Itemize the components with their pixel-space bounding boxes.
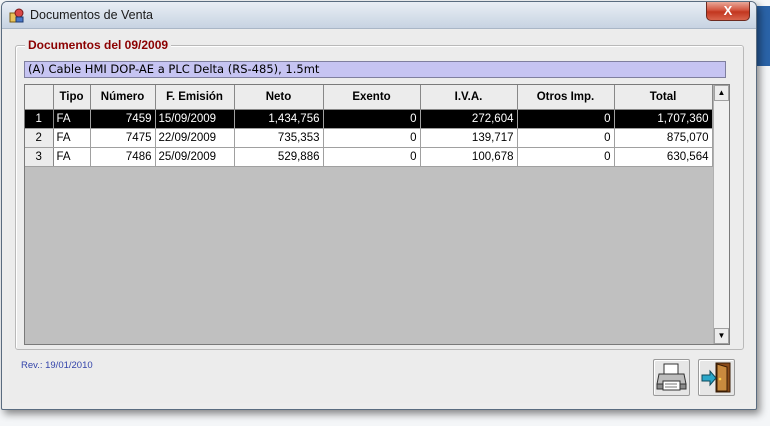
- cell-total[interactable]: 1,707,360: [614, 109, 713, 129]
- table-row[interactable]: 1 FA 7459 15/09/2009 1,434,756 0 272,604…: [25, 109, 713, 129]
- header-otros-imp[interactable]: Otros Imp.: [517, 85, 615, 110]
- cell-total[interactable]: 630,564: [614, 147, 713, 167]
- table-row[interactable]: 2 FA 7475 22/09/2009 735,353 0 139,717 0…: [25, 128, 713, 148]
- window-client-area: Documentos del 09/2009 (A) Cable HMI DOP…: [9, 30, 750, 403]
- cell-numero[interactable]: 7459: [90, 109, 156, 129]
- header-neto[interactable]: Neto: [234, 85, 324, 110]
- cell-fecha[interactable]: 25/09/2009: [155, 147, 235, 167]
- cell-fecha[interactable]: 15/09/2009: [155, 109, 235, 129]
- cell-otros[interactable]: 0: [517, 109, 615, 129]
- header-exento[interactable]: Exento: [323, 85, 421, 110]
- cell-tipo[interactable]: FA: [53, 109, 91, 129]
- table-row[interactable]: 3 FA 7486 25/09/2009 529,886 0 100,678 0…: [25, 147, 713, 167]
- window-title: Documentos de Venta: [30, 8, 153, 22]
- cell-fecha[interactable]: 22/09/2009: [155, 128, 235, 148]
- cell-iva[interactable]: 272,604: [420, 109, 518, 129]
- cell-neto[interactable]: 1,434,756: [234, 109, 324, 129]
- documents-grid[interactable]: Tipo Número F. Emisión Neto Exento I.V.A…: [24, 84, 730, 345]
- header-numero[interactable]: Número: [90, 85, 156, 110]
- header-tipo[interactable]: Tipo: [53, 85, 91, 110]
- cell-tipo[interactable]: FA: [53, 147, 91, 167]
- cell-iva[interactable]: 139,717: [420, 128, 518, 148]
- print-button[interactable]: [653, 359, 690, 396]
- cell-numero[interactable]: 7486: [90, 147, 156, 167]
- cell-numero[interactable]: 7475: [90, 128, 156, 148]
- cell-exento[interactable]: 0: [323, 128, 421, 148]
- revision-label: Rev.: 19/01/2010: [21, 360, 93, 371]
- cell-exento[interactable]: 0: [323, 109, 421, 129]
- documents-table: Tipo Número F. Emisión Neto Exento I.V.A…: [25, 85, 713, 167]
- row-index[interactable]: 2: [25, 128, 54, 148]
- exit-button[interactable]: [698, 359, 735, 396]
- documentos-venta-window: Documentos de Venta X Documentos del 09/…: [1, 1, 757, 410]
- exit-door-icon: [699, 362, 734, 398]
- close-button[interactable]: X: [706, 2, 750, 21]
- scroll-up-arrow-icon[interactable]: ▲: [714, 85, 729, 101]
- scroll-down-arrow-icon[interactable]: ▼: [714, 328, 729, 344]
- header-row-selector: [25, 85, 54, 110]
- cell-iva[interactable]: 100,678: [420, 147, 518, 167]
- header-total[interactable]: Total: [614, 85, 713, 110]
- cell-otros[interactable]: 0: [517, 147, 615, 167]
- printer-icon: [654, 363, 689, 398]
- header-iva[interactable]: I.V.A.: [420, 85, 518, 110]
- cell-exento[interactable]: 0: [323, 147, 421, 167]
- cell-neto[interactable]: 735,353: [234, 128, 324, 148]
- title-bar[interactable]: Documentos de Venta X: [2, 2, 756, 29]
- header-fecha-emision[interactable]: F. Emisión: [155, 85, 235, 110]
- cell-total[interactable]: 875,070: [614, 128, 713, 148]
- vertical-scrollbar[interactable]: ▲ ▼: [713, 85, 729, 344]
- groupbox-title: Documentos del 09/2009: [25, 38, 172, 52]
- row-index[interactable]: 1: [25, 109, 54, 129]
- cell-tipo[interactable]: FA: [53, 128, 91, 148]
- cell-otros[interactable]: 0: [517, 128, 615, 148]
- grid-header-row: Tipo Número F. Emisión Neto Exento I.V.A…: [25, 85, 713, 110]
- row-index[interactable]: 3: [25, 147, 54, 167]
- app-documents-icon: [9, 7, 25, 23]
- cell-neto[interactable]: 529,886: [234, 147, 324, 167]
- product-description: (A) Cable HMI DOP-AE a PLC Delta (RS-485…: [24, 61, 726, 78]
